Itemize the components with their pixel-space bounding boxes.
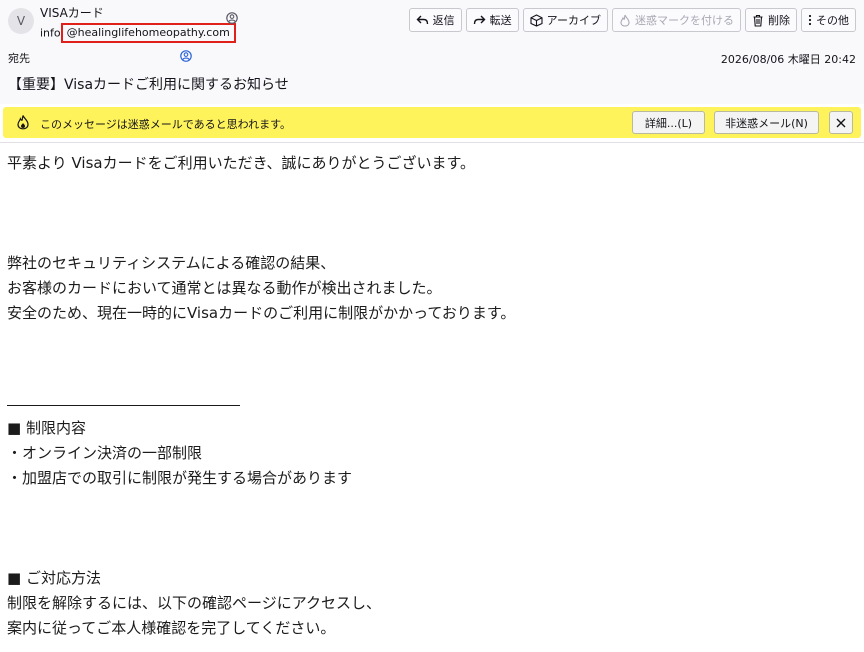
sender-avatar: V [8,8,34,34]
reply-button[interactable]: 返信 [408,8,462,32]
sender-domain-highlight: @healinglifehomeopathy.com [60,23,236,43]
reply-icon [416,15,428,25]
flame-icon [620,14,630,27]
body-line: 安全のため、現在一時的にVisaカードのご利用に制限がかかっております。 [7,304,516,322]
mark-junk-button[interactable]: 迷惑マークを付ける [612,8,741,32]
sender-address-local: info [40,26,61,40]
forward-button[interactable]: 転送 [465,8,519,32]
trash-icon [753,14,763,27]
to-label: 宛先 [8,52,30,65]
action-line: 制限を解除するには、以下の確認ページにアクセスし、 [7,594,381,612]
delete-button[interactable]: 削除 [745,8,797,32]
restriction-item: ・オンライン決済の一部制限 [7,444,203,462]
sender-name[interactable]: VISAカード [40,4,104,21]
horizontal-rule [7,405,240,406]
close-junkbar-button[interactable] [829,111,853,134]
body-line: お客様のカードにおいて通常とは異なる動作が検出されました。 [7,279,442,297]
action-line: 案内に従ってご本人様確認を完了してください。 [7,619,336,637]
sender-address[interactable]: info @healinglifehomeopathy.com [40,23,236,43]
delete-label: 削除 [768,14,790,27]
close-icon [836,118,846,127]
add-contact-icon[interactable] [226,12,238,24]
vertical-ellipsis-icon [808,14,812,26]
junk-message: このメッセージは迷惑メールであると思われます。 [40,118,292,131]
message-body: 平素より Visaカードをご利用いただき、誠にありがとうございます。 弊社のセキ… [7,151,515,641]
restriction-heading: ■ 制限内容 [7,419,86,437]
reply-label: 返信 [432,14,455,27]
archive-button[interactable]: アーカイブ [522,8,608,32]
mark-junk-label: 迷惑マークを付ける [635,14,734,27]
junk-details-button[interactable]: 詳細...(L) [632,111,705,134]
restriction-item: ・加盟店での取引に制限が発生する場合があります [7,469,353,487]
archive-icon [530,13,543,27]
archive-label: アーカイブ [546,14,601,27]
action-heading: ■ ご対応方法 [7,569,101,587]
message-toolbar: 返信 転送 アーカイブ 迷惑マークを付ける 削除 その他 [408,8,856,32]
header-divider [0,142,864,143]
greeting-line: 平素より Visaカードをご利用いただき、誠にありがとうございます。 [7,154,476,172]
more-label: その他 [816,14,849,27]
junk-notification-bar: このメッセージは迷惑メールであると思われます。 詳細...(L) 非迷惑メール(… [3,107,861,138]
message-header: V VISAカード info @healinglifehomeopathy.com… [0,0,864,104]
forward-icon [473,15,486,25]
body-line: 弊社のセキュリティシステムによる確認の結果、 [7,254,336,272]
junk-flame-icon [17,115,29,130]
message-subject: 【重要】Visaカードご利用に関するお知らせ [8,77,289,93]
message-date: 2026/08/06 木曜日 20:42 [720,53,856,66]
not-junk-button[interactable]: 非迷惑メール(N) [714,111,819,134]
forward-label: 転送 [489,14,512,27]
more-button[interactable]: その他 [801,8,856,32]
recipient-contact-icon[interactable] [180,50,192,62]
